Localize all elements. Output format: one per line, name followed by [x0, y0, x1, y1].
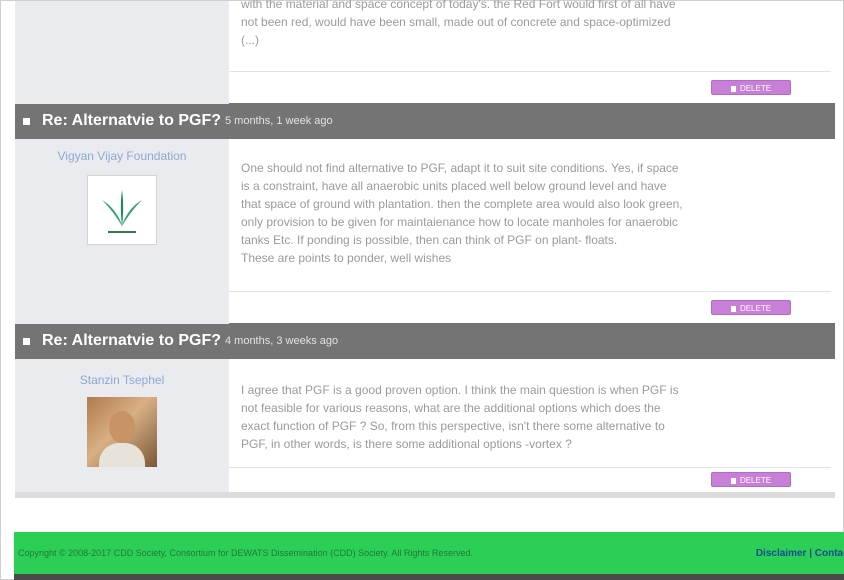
post-line: These are points to ponder, well wishes	[241, 251, 452, 265]
post-text: with the material and space concept of t…	[241, 0, 823, 49]
avatar-shirt	[99, 443, 145, 467]
post-actions: DELETE	[229, 292, 835, 324]
bullet-icon	[23, 337, 30, 345]
delete-label: DELETE	[739, 476, 772, 485]
author-panel	[15, 1, 229, 71]
post-line: I agree that PGF is a good proven option…	[241, 383, 679, 397]
post-text: I agree that PGF is a good proven option…	[241, 381, 823, 453]
footer-bottom-strip	[14, 574, 844, 580]
post-body-row: with the material and space concept of t…	[15, 0, 835, 71]
post-title[interactable]: Re: Alternatvie to PGF?	[42, 112, 221, 130]
author-panel: Vigyan Vijay Foundation	[15, 139, 229, 291]
post-content: with the material and space concept of t…	[229, 0, 835, 71]
post-header: Re: Alternatvie to PGF? 4 months, 3 week…	[15, 323, 835, 359]
post-body-row: Vigyan Vijay Foundation One should not f…	[15, 139, 835, 291]
author-name-link[interactable]: Stanzin Tsephel	[15, 373, 229, 387]
delete-label: DELETE	[739, 304, 772, 313]
site-footer: Copyright © 2008-2017 CDD Society, Conso…	[14, 532, 844, 574]
thread-bottom-edge	[15, 492, 835, 498]
avatar[interactable]	[87, 397, 157, 467]
copyright-text: Copyright © 2008-2017 CDD Society, Conso…	[18, 548, 473, 558]
post-line: not been red, would have been small, mad…	[241, 15, 671, 29]
post-line: tanks Etc. If ponding is possible, then …	[241, 233, 618, 247]
post-line: One should not find alternative to PGF, …	[241, 161, 679, 175]
post-actions-row: DELETE	[15, 467, 835, 492]
post-title[interactable]: Re: Alternatvie to PGF?	[42, 332, 221, 350]
avatar-face	[109, 411, 135, 443]
post-actions: DELETE	[229, 468, 835, 492]
forum-post: Re: Alternatvie to PGF? 4 months, 3 week…	[15, 323, 835, 498]
post-actions-row: DELETE	[15, 291, 835, 324]
trash-icon	[730, 85, 736, 92]
delete-button[interactable]: DELETE	[711, 80, 791, 95]
author-panel	[15, 291, 229, 324]
delete-button[interactable]: DELETE	[711, 472, 791, 487]
disclaimer-link[interactable]: Disclaimer | Contact	[756, 548, 844, 559]
author-panel: Stanzin Tsephel	[15, 359, 229, 467]
forum-thread: with the material and space concept of t…	[15, 0, 835, 498]
author-panel	[15, 467, 229, 492]
post-line: is a constraint, have all anaerobic unit…	[241, 179, 667, 193]
post-text: One should not find alternative to PGF, …	[241, 159, 823, 267]
post-body-row: Stanzin Tsephel I agree that PGF is a go…	[15, 359, 835, 467]
forum-post: Re: Alternatvie to PGF? 5 months, 1 week…	[15, 103, 835, 324]
post-timestamp: 5 months, 1 week ago	[224, 115, 333, 127]
trash-icon	[730, 477, 736, 484]
post-timestamp: 4 months, 3 weeks ago	[224, 335, 339, 347]
author-name-link[interactable]: Vigyan Vijay Foundation	[15, 149, 229, 163]
delete-button[interactable]: DELETE	[711, 300, 791, 315]
bullet-icon	[23, 117, 30, 125]
post-line: (...)	[241, 33, 259, 47]
post-actions: DELETE	[229, 72, 835, 104]
delete-label: DELETE	[739, 84, 772, 93]
post-line: that space of ground with plantation. th…	[241, 197, 683, 211]
post-line: PGF, in other words, is there some addit…	[241, 437, 572, 451]
page-frame: with the material and space concept of t…	[0, 0, 844, 580]
post-content: One should not find alternative to PGF, …	[229, 139, 835, 291]
post-line: with the material and space concept of t…	[241, 0, 676, 11]
post-header: Re: Alternatvie to PGF? 5 months, 1 week…	[15, 103, 835, 139]
avatar[interactable]	[87, 175, 157, 245]
post-line: not feasible for various reasons, what a…	[241, 401, 661, 415]
leaf-logo-icon	[102, 190, 142, 233]
post-line: only provision to be given for maintaien…	[241, 215, 678, 229]
post-line: exact function of PGF ? So, from this pe…	[241, 419, 665, 433]
post-actions-row: DELETE	[15, 71, 835, 104]
trash-icon	[730, 305, 736, 312]
author-panel	[15, 71, 229, 104]
post-content: I agree that PGF is a good proven option…	[229, 359, 835, 467]
forum-post: with the material and space concept of t…	[15, 0, 835, 104]
